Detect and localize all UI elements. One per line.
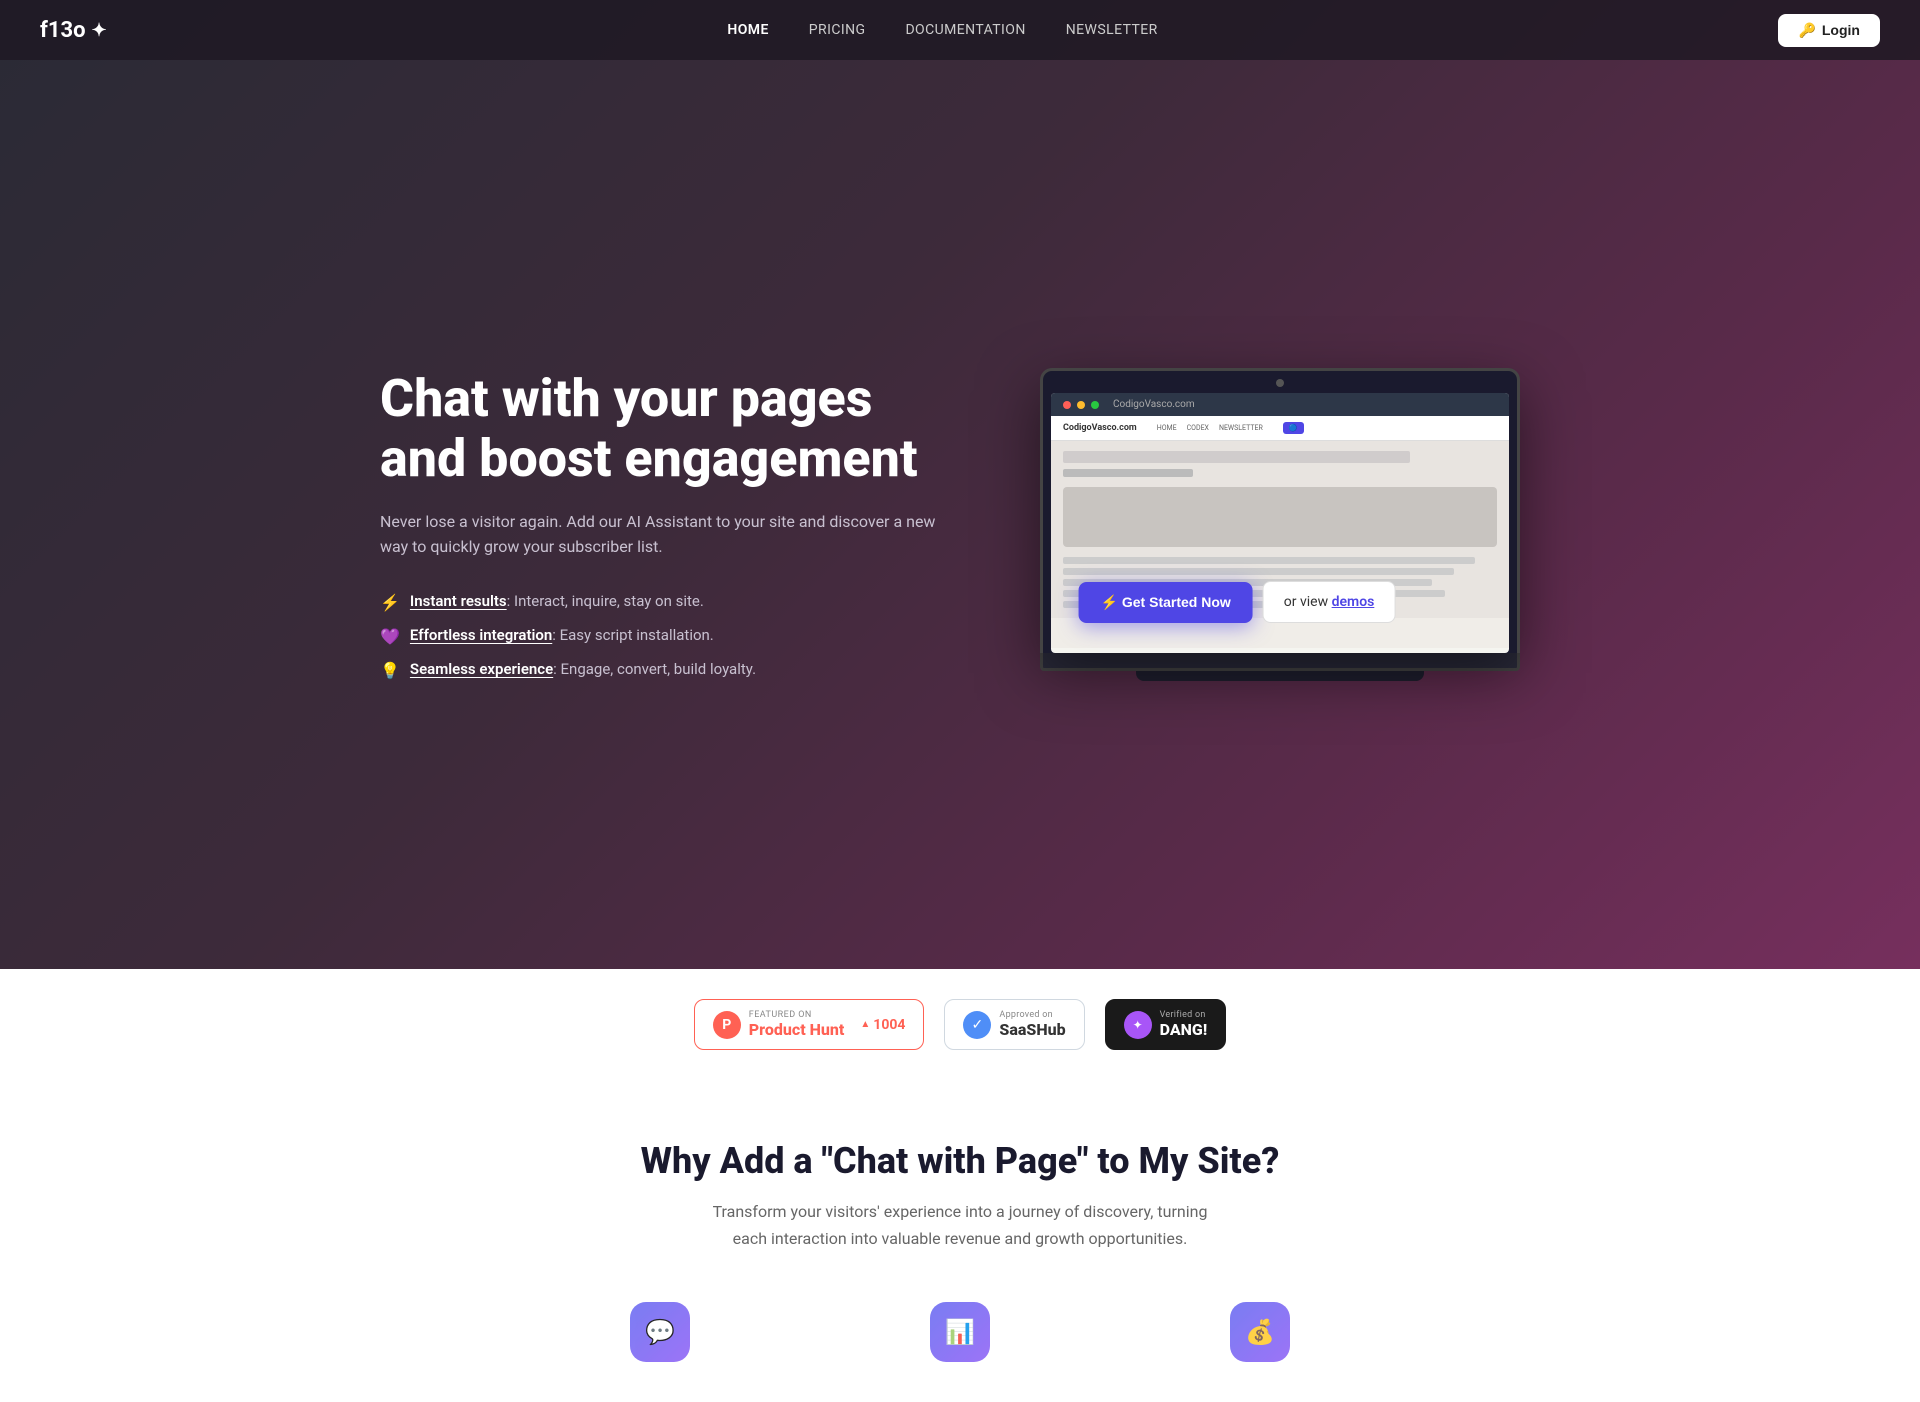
laptop-mockup: CodigoVasco.com CodigoVasco.com HOME COD…	[1040, 368, 1520, 681]
screen-nav-links: HOME CODEX NEWSLETTER	[1157, 424, 1263, 432]
why-card-icon-2: 📊	[930, 1302, 990, 1362]
hero-title: Chat with your pages and boost engagemen…	[380, 369, 940, 489]
nav-documentation[interactable]: DOCUMENTATION	[905, 22, 1025, 38]
sparkle-icon: ✦	[92, 20, 107, 41]
browser-header: CodigoVasco.com	[1051, 393, 1509, 416]
why-card-3: 💰	[1130, 1302, 1390, 1362]
hero-subtitle: Never lose a visitor again. Add our AI A…	[380, 509, 940, 560]
feature-experience-link[interactable]: Seamless experience	[410, 660, 553, 678]
dot-yellow	[1077, 401, 1085, 409]
get-started-button[interactable]: ⚡ Get Started Now	[1079, 582, 1253, 623]
why-card-1: 💬	[530, 1302, 790, 1362]
feature-instant: ⚡ Instant results: Interact, inquire, st…	[380, 592, 940, 612]
dang-text: Verified on DANG!	[1160, 1010, 1208, 1039]
product-hunt-badge[interactable]: P FEATURED ON Product Hunt ▲ 1004	[694, 999, 925, 1050]
laptop-stand	[1136, 671, 1424, 681]
hero-features: ⚡ Instant results: Interact, inquire, st…	[380, 592, 940, 680]
why-card-icon-3: 💰	[1230, 1302, 1290, 1362]
feature-integration: 💜 Effortless integration: Easy script in…	[380, 626, 940, 646]
laptop-base	[1040, 653, 1520, 671]
screen-nav-link-3: NEWSLETTER	[1219, 424, 1263, 432]
saashub-icon: ✓	[963, 1011, 991, 1039]
hero-content: Chat with your pages and boost engagemen…	[260, 60, 1660, 969]
hero-left: Chat with your pages and boost engagemen…	[380, 369, 940, 680]
hero-section: Chat with your pages and boost engagemen…	[0, 0, 1920, 1080]
dang-badge[interactable]: ✦ Verified on DANG!	[1105, 999, 1227, 1050]
screen-date	[1063, 469, 1193, 477]
screen-nav-bar: CodigoVasco.com HOME CODEX NEWSLETTER 🔵	[1051, 416, 1509, 441]
screen-nav-logo: CodigoVasco.com	[1063, 423, 1137, 433]
why-section: Why Add a "Chat with Page" to My Site? T…	[0, 1080, 1920, 1402]
saashub-badge[interactable]: ✓ Approved on SaaSHub	[944, 999, 1084, 1050]
hero-right: CodigoVasco.com CodigoVasco.com HOME COD…	[1020, 368, 1540, 681]
laptop-screen-outer: CodigoVasco.com CodigoVasco.com HOME COD…	[1040, 368, 1520, 653]
or-view-demos: or view demos	[1263, 581, 1396, 623]
why-subtitle: Transform your visitors' experience into…	[710, 1198, 1210, 1252]
feature-integration-link[interactable]: Effortless integration	[410, 626, 552, 644]
heart-icon: 💜	[380, 627, 400, 646]
logo-text: f13o	[40, 18, 86, 43]
nav-home[interactable]: HOME	[727, 22, 768, 38]
dang-icon: ✦	[1124, 1011, 1152, 1039]
dot-red	[1063, 401, 1071, 409]
screen-image	[1063, 487, 1497, 547]
screen-title-bar	[1063, 451, 1410, 463]
lightning-icon: ⚡	[380, 593, 400, 612]
demos-link[interactable]: demos	[1332, 594, 1375, 610]
why-card-icon-1: 💬	[630, 1302, 690, 1362]
feature-experience: 💡 Seamless experience: Engage, convert, …	[380, 660, 940, 680]
saashub-text: Approved on SaaSHub	[999, 1010, 1065, 1039]
screen-nav-link-2: CODEX	[1187, 424, 1209, 432]
why-cards: 💬 📊 💰	[80, 1302, 1840, 1362]
badges-section: P FEATURED ON Product Hunt ▲ 1004 ✓ Appr…	[0, 969, 1920, 1080]
text-line-1	[1063, 557, 1475, 564]
product-hunt-text: FEATURED ON Product Hunt	[749, 1010, 845, 1039]
why-title: Why Add a "Chat with Page" to My Site?	[80, 1140, 1840, 1182]
laptop-camera	[1276, 379, 1284, 387]
nav-newsletter[interactable]: NEWSLETTER	[1066, 22, 1158, 38]
feature-instant-link[interactable]: Instant results	[410, 592, 507, 610]
screen-nav-btn: 🔵	[1283, 422, 1304, 434]
why-card-2: 📊	[830, 1302, 1090, 1362]
product-hunt-icon: P	[713, 1011, 741, 1039]
url-bar: CodigoVasco.com	[1113, 399, 1195, 410]
nav-links: HOME PRICING DOCUMENTATION NEWSLETTER	[727, 22, 1157, 38]
nav-pricing[interactable]: PRICING	[809, 22, 866, 38]
navbar: f13o ✦ HOME PRICING DOCUMENTATION NEWSLE…	[0, 0, 1920, 60]
product-hunt-count: ▲ 1004	[860, 1017, 905, 1033]
screen-nav-link-1: HOME	[1157, 424, 1177, 432]
dot-green	[1091, 401, 1099, 409]
logo[interactable]: f13o ✦	[40, 18, 107, 43]
cta-overlay: ⚡ Get Started Now or view demos	[1079, 581, 1482, 623]
bulb-icon: 💡	[380, 661, 400, 680]
login-button[interactable]: 🔑 Login	[1778, 14, 1880, 47]
login-icon: 🔑	[1798, 22, 1815, 39]
text-line-2	[1063, 568, 1454, 575]
